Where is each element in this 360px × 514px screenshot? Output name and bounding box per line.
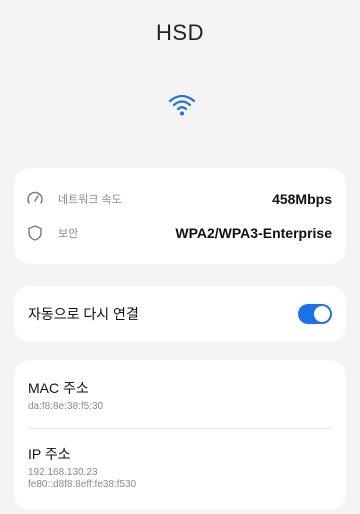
auto-reconnect-toggle[interactable] (298, 304, 332, 324)
security-label: 보안 (58, 228, 79, 240)
mac-address-label: MAC 주소 (28, 380, 89, 396)
security-value: WPA2/WPA3-Enterprise (175, 225, 332, 241)
divider (28, 428, 332, 429)
address-card: MAC 주소 da:f8:8e:38:f5:30 IP 주소 192.168.1… (14, 360, 346, 510)
network-name: HSD (156, 20, 204, 45)
security-row: 보안 WPA2/WPA3-Enterprise (14, 222, 346, 244)
shield-icon (24, 222, 46, 244)
mac-address-item: MAC 주소 da:f8:8e:38:f5:30 (28, 378, 103, 413)
mac-address-value: da:f8:8e:38:f5:30 (28, 401, 104, 412)
auto-reconnect-card[interactable]: 자동으로 다시 연결 (14, 286, 346, 342)
ipv6-address-value: fe80::d8f8:8eff:fe38:f530 (28, 479, 137, 490)
network-speed-value: 458Mbps (272, 191, 332, 207)
network-header: HSD (0, 0, 360, 160)
ip-address-item: IP 주소 192.168.130.23 fe80::d8f8:8eff:fe3… (28, 444, 136, 491)
network-details-card: 네트워크 속도 458Mbps 보안 WPA2/WPA3-Enterprise (14, 168, 346, 264)
auto-reconnect-label: 자동으로 다시 연결 (28, 306, 139, 322)
wifi-signal-icon (168, 92, 196, 118)
ipv4-address-value: 192.168.130.23 (28, 467, 98, 478)
toggle-knob (314, 306, 330, 322)
network-speed-label: 네트워크 속도 (58, 194, 122, 206)
speedometer-icon (24, 188, 46, 210)
ip-address-label: IP 주소 (28, 446, 71, 462)
network-speed-row: 네트워크 속도 458Mbps (14, 188, 346, 210)
